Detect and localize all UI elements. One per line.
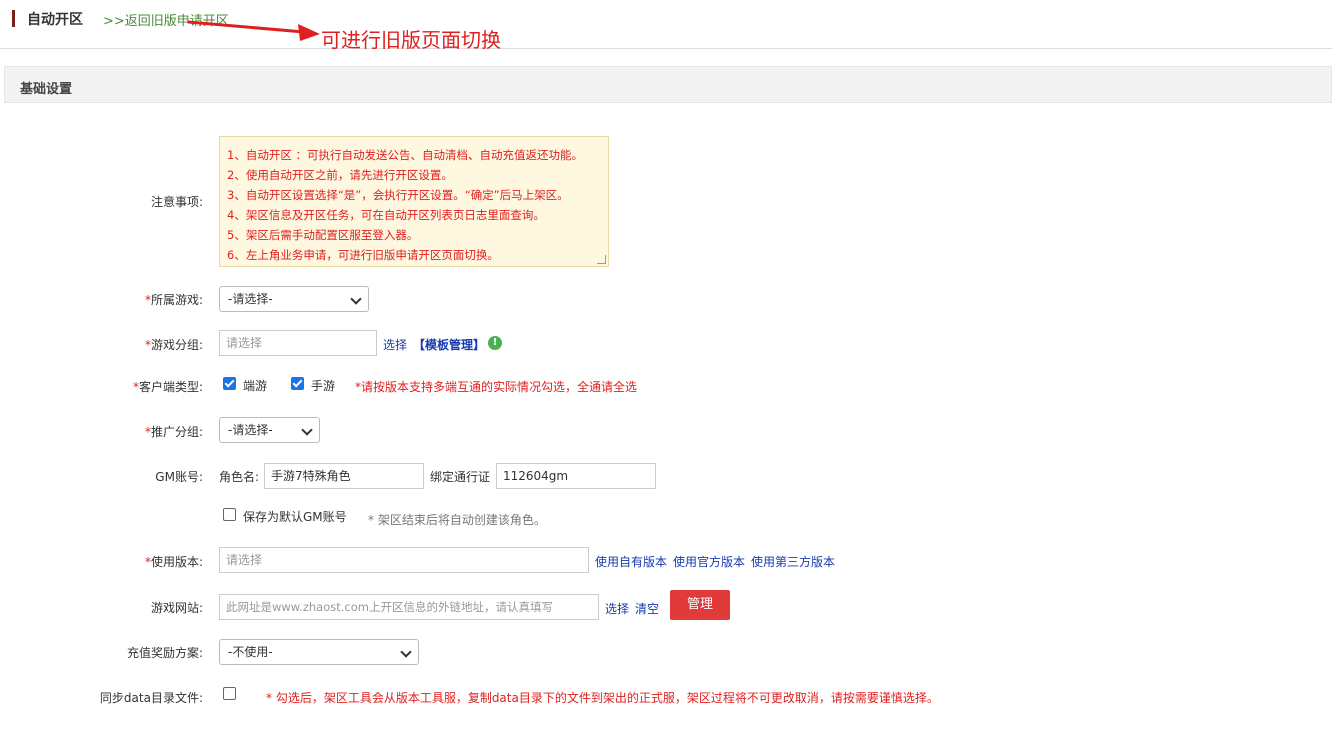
version-input[interactable]: 请选择	[219, 547, 589, 573]
recharge-label: 充值奖励方案:	[126, 646, 203, 660]
template-manage-link[interactable]: 【模板管理】	[413, 336, 485, 353]
annotation-text: 可进行旧版页面切换	[321, 28, 501, 52]
page-title: 自动开区	[27, 12, 83, 28]
info-icon[interactable]: !	[488, 336, 502, 350]
game-label: *所属游戏:	[144, 293, 203, 307]
notice-line: 2、使用自动开区之前，请先进行开区设置。	[227, 168, 453, 182]
website-clear-link[interactable]: 清空	[635, 600, 659, 617]
manage-button[interactable]: 管理	[670, 590, 730, 620]
title-marker	[12, 10, 15, 27]
game-select[interactable]: -请选择-	[219, 286, 369, 312]
website-label: 游戏网站:	[150, 601, 203, 615]
notice-textarea[interactable]: 1、自动开区 ：可执行自动发送公告、自动清档、自动充值返还功能。 2、使用自动开…	[219, 136, 609, 267]
sync-hint: * 勾选后，架区工具会从版本工具服，复制data目录下的文件到架出的正式服，架区…	[266, 691, 939, 705]
role-name-label: 角色名:	[219, 470, 260, 484]
promo-group-value: -请选择-	[228, 423, 273, 437]
notice-line: 5、架区后需手动配置区服至登入器。	[227, 228, 419, 242]
chevron-down-icon	[301, 424, 313, 436]
chevron-down-icon	[350, 293, 362, 305]
notice-line: 6、左上角业务申请，可进行旧版申请开区页面切换。	[227, 248, 499, 262]
website-select-link[interactable]: 选择	[605, 600, 629, 617]
recharge-select[interactable]: -不使用-	[219, 639, 419, 665]
sync-data-checkbox[interactable]	[223, 687, 236, 700]
role-name-input[interactable]: 手游7特殊角色	[264, 463, 424, 489]
promo-group-select[interactable]: -请选择-	[219, 417, 320, 443]
use-own-version-link[interactable]: 使用自有版本	[595, 553, 667, 570]
annotation-arrow-icon	[187, 20, 320, 41]
section-basic-settings: 基础设置	[4, 66, 1332, 103]
passport-label: 绑定通行证	[430, 470, 491, 484]
use-third-party-version-link[interactable]: 使用第三方版本	[751, 553, 835, 570]
website-input[interactable]: 此网址是www.zhaost.com上开区信息的外链地址，请认真填写	[219, 594, 599, 620]
client-type-label: *客户端类型:	[132, 380, 203, 394]
client-pc-label: 端游	[243, 379, 268, 393]
resize-handle-icon[interactable]	[597, 255, 606, 264]
section-title: 基础设置	[20, 82, 73, 97]
notice-label: 注意事项:	[150, 195, 203, 209]
notice-line: 3、自动开区设置选择“是”，会执行开区设置。“确定”后马上架区。	[227, 188, 569, 202]
passport-input[interactable]: 112604gm	[496, 463, 656, 489]
version-label: *使用版本:	[144, 555, 203, 569]
recharge-value: -不使用-	[228, 645, 273, 659]
use-official-version-link[interactable]: 使用官方版本	[673, 553, 745, 570]
game-group-select-link[interactable]: 选择	[383, 336, 407, 353]
game-select-value: -请选择-	[228, 292, 273, 306]
client-mobile-label: 手游	[311, 379, 336, 393]
promo-group-label: *推广分组:	[144, 425, 203, 439]
notice-line: 1、自动开区 ：可执行自动发送公告、自动清档、自动充值返还功能。	[227, 148, 583, 162]
client-pc-checkbox[interactable]	[223, 377, 236, 390]
save-default-gm-checkbox[interactable]	[223, 508, 236, 521]
chevron-down-icon	[400, 646, 412, 658]
client-type-hint: *请按版本支持多端互通的实际情况勾选，全通请全选	[355, 380, 638, 394]
game-group-input[interactable]: 请选择	[219, 330, 377, 356]
sync-label: 同步data目录文件:	[99, 691, 203, 705]
gm-hint: * 架区结束后将自动创建该角色。	[368, 513, 546, 527]
gm-label: GM账号:	[155, 470, 203, 484]
game-group-label: *游戏分组:	[144, 338, 203, 352]
client-mobile-checkbox[interactable]	[291, 377, 304, 390]
notice-line: 4、架区信息及开区任务，可在自动开区列表页日志里面查询。	[227, 208, 545, 222]
save-default-gm-label: 保存为默认GM账号	[243, 510, 347, 524]
